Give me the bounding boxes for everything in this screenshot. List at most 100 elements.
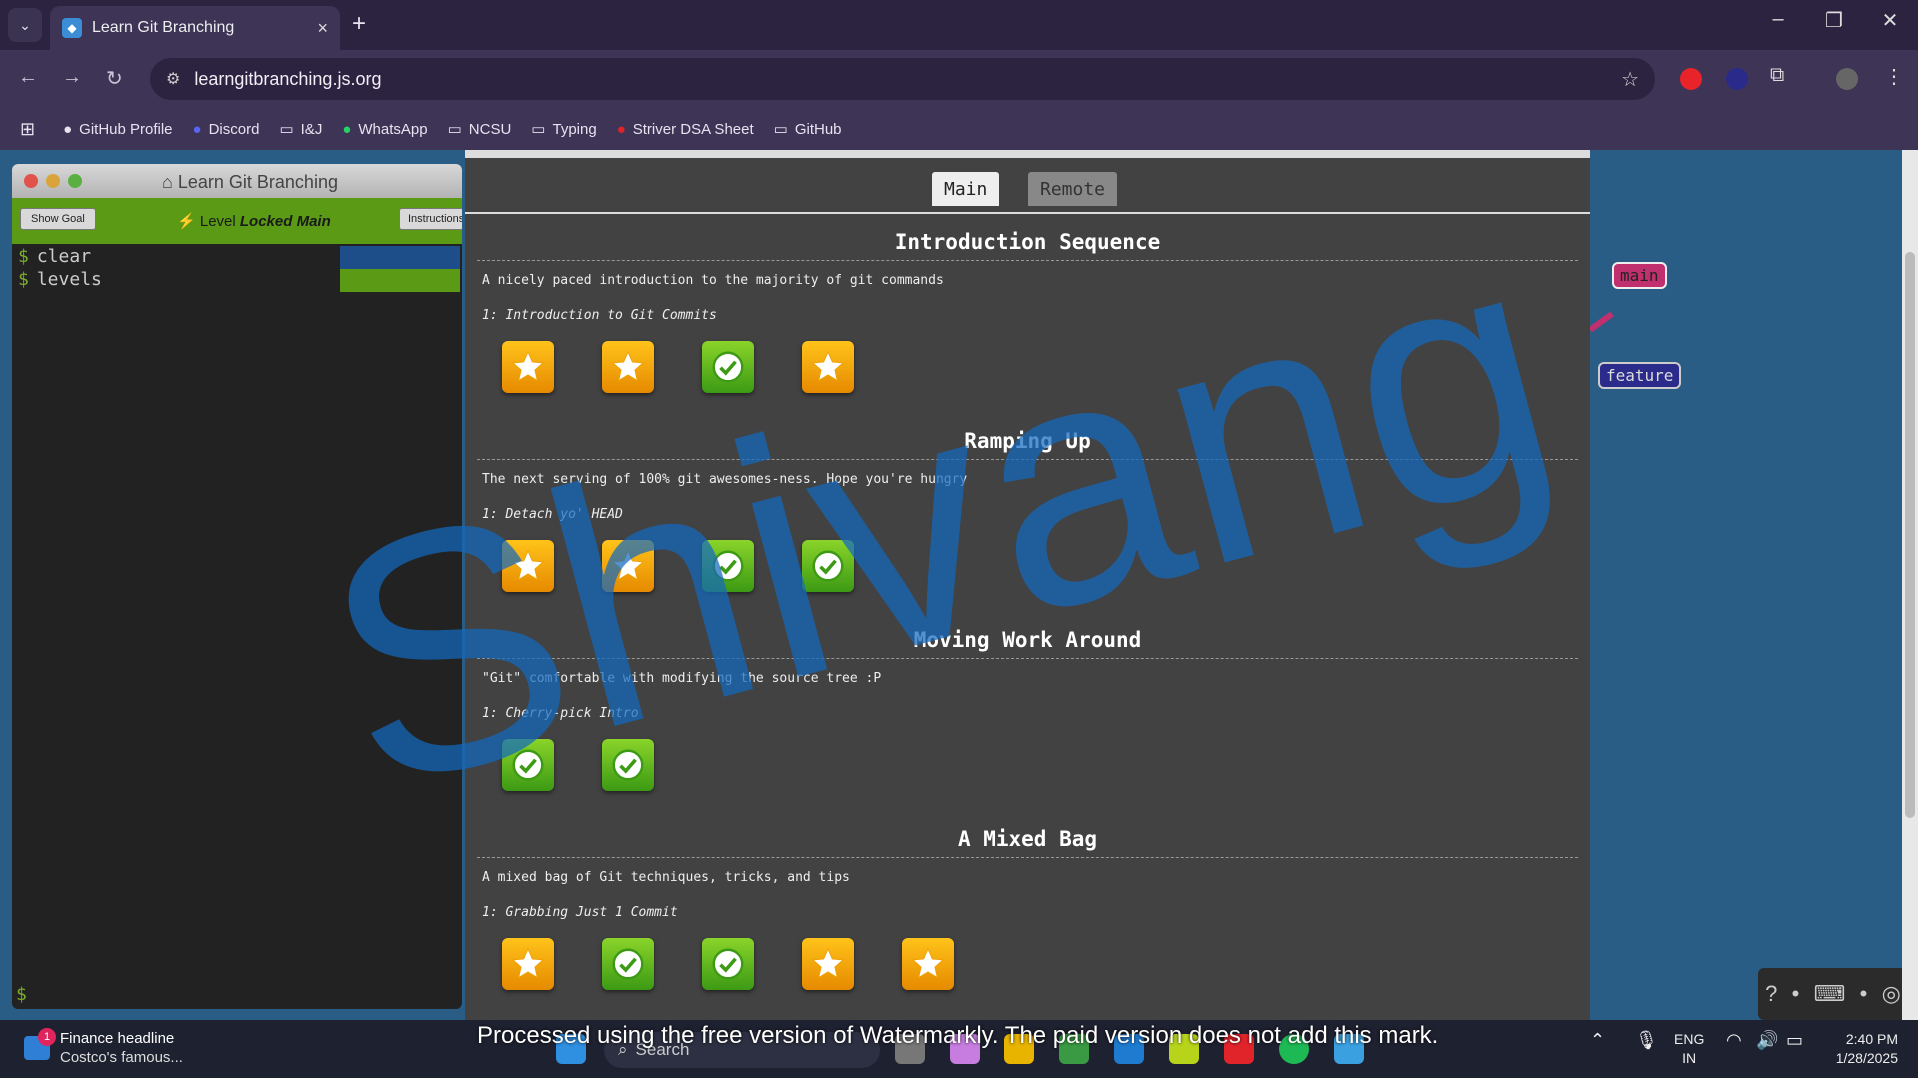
scrollbar-thumb[interactable] [1905, 252, 1915, 818]
wifi-icon[interactable]: ◠ [1726, 1030, 1742, 1051]
level-indicator: ⚡ Level Locked Main [177, 213, 331, 230]
level-select-dialog: Main Remote Introduction Sequence A nicel… [465, 150, 1590, 1020]
level-sequence: Ramping Up The next serving of 100% git a… [465, 413, 1590, 612]
forward-button[interactable]: → [62, 66, 82, 89]
level-star-icon[interactable] [602, 341, 654, 393]
bookmark-whatsapp[interactable]: ● WhatsApp [342, 121, 427, 138]
github-icon: ● [63, 120, 73, 138]
branch-label-feature[interactable]: feature [1598, 362, 1682, 389]
back-button[interactable]: ← [18, 66, 38, 89]
status-sort-icon [340, 269, 460, 292]
level-star-icon[interactable] [502, 938, 554, 990]
bookmark-ij[interactable]: ▭ I&J [279, 120, 323, 139]
sequence-first-level: 1: Introduction to Git Commits [482, 308, 717, 323]
bookmark-label: GitHub Profile [79, 120, 173, 138]
bookmark-label: WhatsApp [358, 120, 428, 138]
terminal-title: ⌂ Learn Git Branching [162, 172, 338, 192]
command-line: $ levels [12, 269, 462, 292]
news-badge: 1 [38, 1028, 56, 1046]
extensions-puzzle-icon[interactable]: ⧉ [1770, 64, 1792, 86]
bookmark-label: I&J [300, 120, 323, 138]
maximize-dot-icon[interactable] [68, 174, 82, 188]
tray-chevron-icon[interactable]: ⌃ [1590, 1030, 1605, 1051]
input-prompt[interactable]: $ [16, 984, 27, 1005]
tab-main[interactable]: Main [932, 172, 1000, 206]
bookmark-ncsu[interactable]: ▭ NCSU [448, 120, 512, 139]
bookmark-star-icon[interactable]: ☆ [1621, 67, 1639, 92]
level-complete-check-icon[interactable] [602, 938, 654, 990]
minimize-dot-icon[interactable] [46, 174, 60, 188]
level-sequence: Moving Work Around "Git" comfortable with… [465, 612, 1590, 811]
level-star-icon[interactable] [902, 938, 954, 990]
bookmark-typing[interactable]: ▭ Typing [531, 120, 596, 139]
instructions-button[interactable]: Instructions [399, 208, 462, 230]
site-info-icon[interactable]: ⚙ [166, 69, 180, 89]
terminal-titlebar: ⌂ Learn Git Branching [12, 164, 462, 198]
page-scrollbar[interactable] [1902, 150, 1918, 1020]
keyboard-icon[interactable]: ⌨ [1814, 981, 1846, 1007]
level-star-icon[interactable] [602, 540, 654, 592]
language-indicator[interactable]: ENG IN [1674, 1030, 1704, 1068]
level-complete-check-icon[interactable] [702, 938, 754, 990]
close-window-button[interactable]: ✕ [1870, 8, 1910, 33]
command-text: clear [36, 246, 92, 267]
whatsapp-icon: ● [342, 120, 352, 138]
restore-button[interactable]: ❐ [1814, 8, 1854, 33]
close-dot-icon[interactable] [24, 174, 38, 188]
bookmark-github[interactable]: ▭ GitHub [774, 120, 842, 139]
show-goal-button[interactable]: Show Goal [20, 208, 96, 230]
level-complete-check-icon[interactable] [602, 739, 654, 791]
volume-icon[interactable]: 🔊 [1756, 1030, 1778, 1051]
level-complete-check-icon[interactable] [502, 739, 554, 791]
news-widget[interactable]: 1 Finance headline Costco's famous... [24, 1028, 183, 1066]
level-sequence: A Mixed Bag A mixed bag of Git techniques… [465, 811, 1590, 1010]
minimize-button[interactable]: – [1758, 8, 1798, 31]
level-star-icon[interactable] [502, 341, 554, 393]
tab-remote[interactable]: Remote [1028, 172, 1118, 206]
learngit-favicon-icon: ◆ [62, 18, 82, 38]
watermarkly-notice: Processed using the free version of Wate… [477, 1022, 1439, 1049]
sequence-description: A nicely paced introduction to the major… [482, 273, 944, 288]
threads-icon[interactable]: ◎ [1882, 981, 1901, 1007]
address-bar[interactable]: ⚙ learngitbranching.js.org ☆ [150, 58, 1655, 100]
level-star-icon[interactable] [502, 540, 554, 592]
new-tab-button[interactable]: + [352, 10, 366, 38]
level-icon-row [477, 721, 1578, 811]
level-complete-check-icon[interactable] [702, 341, 754, 393]
bookmark-discord[interactable]: ● Discord [193, 121, 260, 138]
browser-tab-bar: ⌄ ◆ Learn Git Branching × + – ❐ ✕ [0, 0, 1918, 50]
bookmark-striver[interactable]: ● Striver DSA Sheet [617, 121, 754, 138]
prompt-symbol: $ [18, 269, 29, 290]
adblock-extension-icon[interactable] [1680, 68, 1702, 90]
help-icon[interactable]: ? [1765, 981, 1777, 1007]
sequence-first-level: 1: Grabbing Just 1 Commit [482, 905, 678, 920]
apps-grid-icon[interactable]: ⊞ [20, 119, 35, 140]
sequence-description: "Git" comfortable with modifying the sou… [482, 671, 882, 686]
level-star-icon[interactable] [802, 341, 854, 393]
level-complete-check-icon[interactable] [702, 540, 754, 592]
microphone-icon[interactable]: 🎙 [1635, 1030, 1658, 1051]
battery-icon[interactable]: ▭ [1786, 1030, 1803, 1051]
level-sequence: Introduction Sequence A nicely paced intr… [465, 214, 1590, 413]
news-title: Finance headline [60, 1030, 175, 1047]
sequence-description: The next serving of 100% git awesomes-ne… [482, 472, 968, 487]
menu-kebab-icon[interactable]: ⋮ [1884, 64, 1906, 88]
news-subtitle: Costco's famous... [60, 1049, 183, 1066]
bookmark-github-profile[interactable]: ● GitHub Profile [63, 121, 172, 138]
reload-button[interactable]: ↻ [106, 66, 123, 91]
bookmark-label: Striver DSA Sheet [632, 120, 754, 138]
region-code: IN [1682, 1050, 1697, 1066]
extension-icon[interactable] [1726, 68, 1748, 90]
tab-search-button[interactable]: ⌄ [8, 8, 42, 42]
command-text: levels [36, 269, 102, 290]
level-complete-check-icon[interactable] [802, 540, 854, 592]
branch-label-main[interactable]: main [1612, 262, 1667, 289]
profile-avatar[interactable] [1836, 68, 1858, 90]
page-content: main feature ⌂ Learn Git Branching Show … [0, 150, 1918, 1020]
close-tab-icon[interactable]: × [317, 18, 328, 39]
browser-tab[interactable]: ◆ Learn Git Branching × [50, 6, 340, 50]
level-star-icon[interactable] [802, 938, 854, 990]
separator-dot: • [1859, 981, 1868, 1006]
level-prefix: Level [199, 213, 236, 230]
system-clock[interactable]: 2:40 PM 1/28/2025 [1836, 1030, 1898, 1068]
